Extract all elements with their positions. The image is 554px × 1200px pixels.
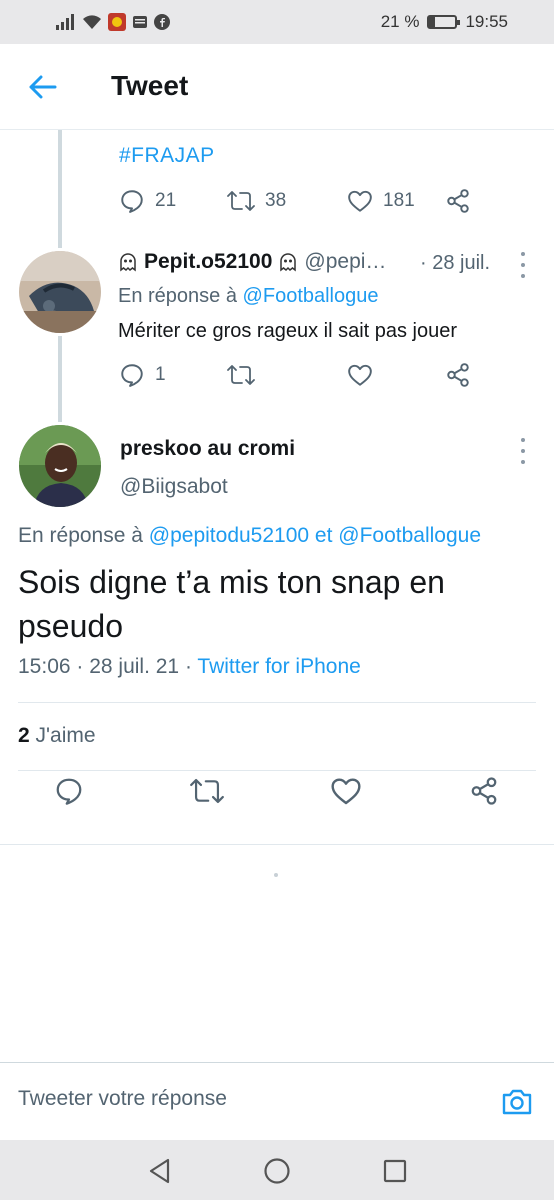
facebook-icon xyxy=(154,14,170,30)
tweet-metadata: 15:06 · 28 juil. 21 · Twitter for iPhone xyxy=(18,655,361,679)
retweet-icon xyxy=(190,778,224,804)
tweet-timestamp: 15:06 · 28 juil. 21 · xyxy=(18,655,192,678)
share-icon xyxy=(447,189,469,213)
heart-icon xyxy=(348,364,372,386)
triangle-back-icon xyxy=(149,1158,170,1184)
divider xyxy=(0,844,554,845)
more-options-button[interactable] xyxy=(513,438,533,464)
hashtag-link[interactable]: #FRAJAP xyxy=(119,144,215,168)
parent-tweet-actions: 21 38 181 xyxy=(119,188,471,214)
ghost-icon xyxy=(120,253,136,272)
like-button[interactable] xyxy=(347,363,445,387)
author-handle[interactable]: @Biigsabot xyxy=(120,475,228,499)
app-header: Tweet xyxy=(0,44,554,130)
camera-button[interactable] xyxy=(500,1085,534,1119)
reply-icon xyxy=(56,778,82,805)
news-icon xyxy=(133,16,147,28)
mention-link[interactable]: @Footballogue xyxy=(338,524,481,547)
mention-link[interactable]: @pepitodu52100 xyxy=(149,524,309,547)
like-button[interactable] xyxy=(330,776,362,806)
status-icons xyxy=(56,13,170,31)
reply-input[interactable] xyxy=(18,1087,458,1111)
app-notification-icon xyxy=(108,13,126,31)
battery-percent: 21 % xyxy=(380,12,420,31)
reply-count: 1 xyxy=(155,364,166,385)
reply-tweet-actions: 1 xyxy=(119,362,471,388)
likes-label: J'aime xyxy=(35,724,96,747)
circle-home-icon xyxy=(264,1158,290,1184)
reply-count: 21 xyxy=(155,190,177,211)
heart-icon xyxy=(348,190,372,212)
wifi-icon xyxy=(83,15,101,29)
author-name: Pepit.o52100 xyxy=(144,250,273,273)
clock: 19:55 xyxy=(465,12,508,31)
retweet-count: 38 xyxy=(265,190,287,211)
author-handle: @pepi… xyxy=(304,250,387,273)
ghost-icon xyxy=(280,253,297,272)
signal-icon xyxy=(56,14,74,30)
thread-line xyxy=(58,130,62,248)
retweet-button[interactable]: 38 xyxy=(227,189,347,213)
like-count: 181 xyxy=(383,190,415,211)
reply-button[interactable] xyxy=(54,776,84,806)
share-icon xyxy=(447,363,469,387)
like-button[interactable]: 181 xyxy=(347,189,445,213)
reply-button[interactable]: 1 xyxy=(119,362,227,388)
thread-line xyxy=(58,336,62,422)
avatar[interactable] xyxy=(19,251,101,333)
loading-indicator xyxy=(274,873,278,877)
reply-composer xyxy=(0,1062,554,1140)
retweet-button[interactable] xyxy=(190,776,224,806)
heart-icon xyxy=(331,778,361,805)
reply-context: En réponse à @pepitodu52100 et @Football… xyxy=(18,524,482,547)
tweet-date[interactable]: · 28 juil. xyxy=(420,252,490,275)
nav-home-button[interactable] xyxy=(262,1156,292,1186)
likes-count: 2 xyxy=(18,724,30,747)
author-name[interactable]: preskoo au cromi xyxy=(120,437,295,461)
more-options-button[interactable] xyxy=(513,252,533,278)
divider xyxy=(18,702,536,703)
tweet-text: Sois digne t’a mis ton snap en pseudo xyxy=(18,564,445,644)
tweet-source-link[interactable]: Twitter for iPhone xyxy=(197,655,360,678)
avatar[interactable] xyxy=(19,425,101,507)
camera-icon xyxy=(502,1089,532,1115)
share-button[interactable] xyxy=(469,776,499,806)
reply-context: En réponse à @Footballogue xyxy=(118,285,379,307)
likes-summary[interactable]: 2 J'aime xyxy=(18,724,96,748)
reply-icon xyxy=(121,364,143,387)
system-nav-bar xyxy=(0,1140,554,1200)
retweet-icon xyxy=(227,365,255,385)
reply-and: et xyxy=(314,524,333,547)
reply-icon xyxy=(121,190,143,213)
divider xyxy=(18,770,536,771)
back-button[interactable] xyxy=(26,70,60,104)
retweet-button[interactable] xyxy=(227,363,347,387)
share-icon xyxy=(471,777,497,805)
retweet-icon xyxy=(227,191,255,211)
mention-link[interactable]: @Footballogue xyxy=(243,285,379,307)
nav-back-button[interactable] xyxy=(145,1156,175,1186)
reply-author[interactable]: Pepit.o52100 @pepi… xyxy=(118,250,386,274)
share-button[interactable] xyxy=(445,362,471,388)
tweet-text: Mériter ce gros rageux il sait pas jouer xyxy=(118,320,458,342)
reply-button[interactable]: 21 xyxy=(119,188,227,214)
battery-icon xyxy=(427,15,461,29)
nav-recents-button[interactable] xyxy=(380,1156,410,1186)
arrow-left-icon xyxy=(29,75,57,99)
page-title: Tweet xyxy=(111,70,189,101)
square-recents-icon xyxy=(383,1159,407,1183)
status-bar: 21 % 19:55 xyxy=(0,0,554,44)
share-button[interactable] xyxy=(445,188,471,214)
